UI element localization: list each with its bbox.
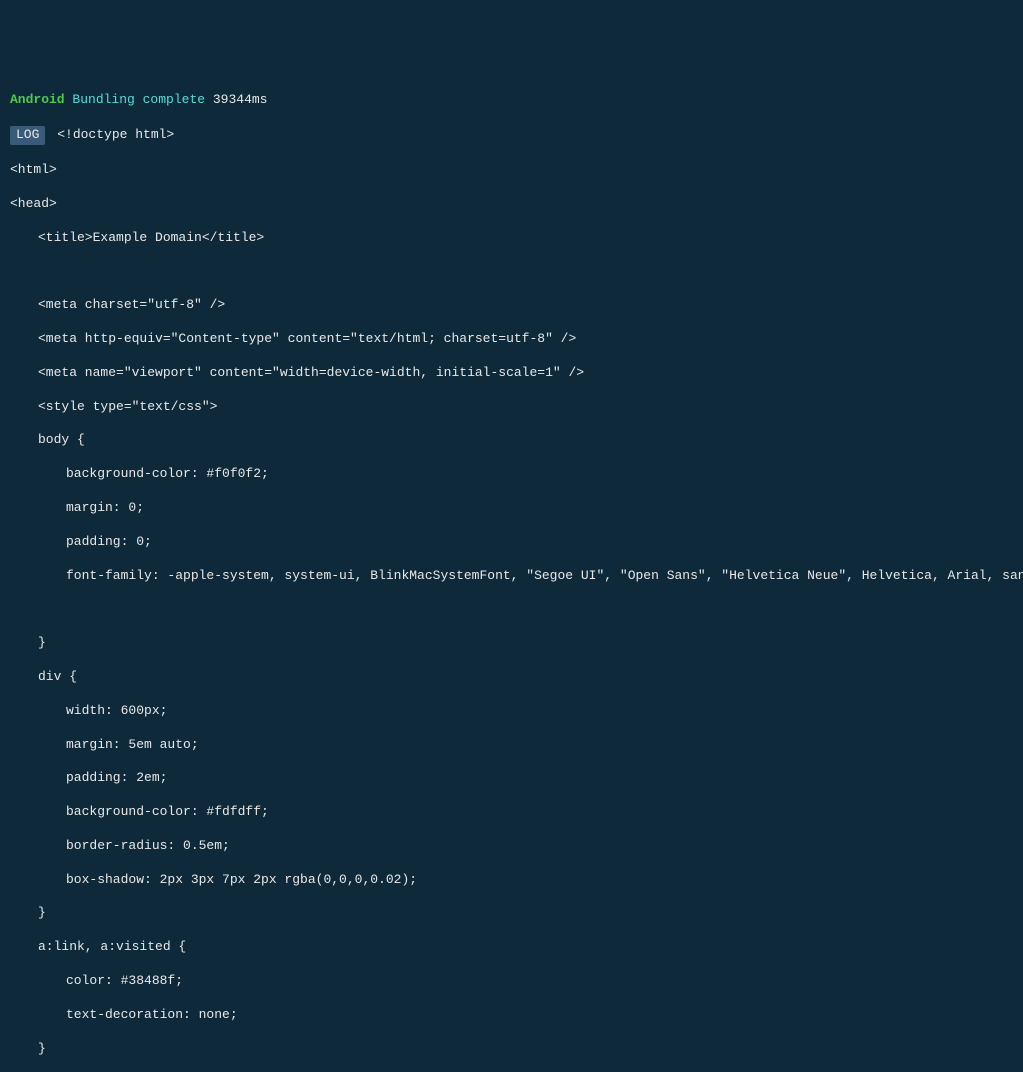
code-text: <!doctype html>: [57, 127, 174, 142]
code-line: padding: 2em;: [10, 770, 1013, 787]
code-line: }: [10, 1041, 1013, 1058]
code-line: <meta charset="utf-8" />: [10, 297, 1013, 314]
code-line: color: #38488f;: [10, 973, 1013, 990]
terminal-output[interactable]: Android Bundling complete 39344ms LOG <!…: [10, 76, 1013, 1072]
code-line: background-color: #f0f0f2;: [10, 466, 1013, 483]
code-line: <title>Example Domain</title>: [10, 230, 1013, 247]
code-line: border-radius: 0.5em;: [10, 838, 1013, 855]
log-badge: LOG: [10, 126, 45, 145]
blank-line: [10, 263, 1013, 280]
code-line: div {: [10, 669, 1013, 686]
code-line: padding: 0;: [10, 534, 1013, 551]
blank-line: [10, 601, 1013, 618]
code-line: background-color: #fdfdff;: [10, 804, 1013, 821]
code-line: font-family: -apple-system, system-ui, B…: [10, 568, 1013, 585]
platform-label: Android: [10, 92, 65, 107]
code-line: text-decoration: none;: [10, 1007, 1013, 1024]
bundle-status-line: Android Bundling complete 39344ms: [10, 92, 1013, 109]
code-line: <head>: [10, 196, 1013, 213]
code-line: a:link, a:visited {: [10, 939, 1013, 956]
code-line: }: [10, 635, 1013, 652]
code-line: }: [10, 905, 1013, 922]
log-line-doctype: LOG <!doctype html>: [10, 126, 1013, 145]
code-line: box-shadow: 2px 3px 7px 2px rgba(0,0,0,0…: [10, 872, 1013, 889]
code-line: margin: 5em auto;: [10, 737, 1013, 754]
code-line: margin: 0;: [10, 500, 1013, 517]
code-line: <html>: [10, 162, 1013, 179]
code-line: body {: [10, 432, 1013, 449]
code-line: <meta name="viewport" content="width=dev…: [10, 365, 1013, 382]
code-line: <style type="text/css">: [10, 399, 1013, 416]
bundle-time: 39344ms: [213, 92, 268, 107]
bundle-status: Bundling complete: [72, 92, 205, 107]
code-line: <meta http-equiv="Content-type" content=…: [10, 331, 1013, 348]
code-line: width: 600px;: [10, 703, 1013, 720]
